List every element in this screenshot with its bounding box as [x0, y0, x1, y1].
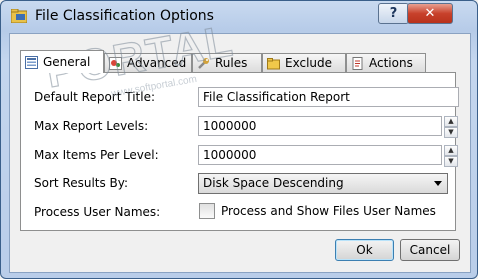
max-report-levels-label: Max Report Levels: — [34, 119, 149, 133]
settings-icon — [109, 56, 122, 70]
document-icon — [352, 56, 363, 70]
tab-advanced-label: Advanced — [127, 56, 187, 70]
chevron-down-icon — [434, 181, 442, 186]
wrench-icon — [198, 57, 209, 69]
list-icon — [25, 55, 38, 69]
max-report-levels-input[interactable]: 1000000 — [198, 116, 442, 136]
general-tab-panel: Default Report Title: File Classificatio… — [20, 72, 459, 231]
dialog-window: File Classification Options ? ✕ General — [0, 0, 478, 279]
tab-general-label: General — [43, 55, 91, 69]
spin-down-icon[interactable]: ▼ — [444, 156, 458, 167]
tab-actions[interactable]: Actions — [346, 53, 426, 72]
max-items-per-level-spinner[interactable]: ▲ ▼ — [444, 145, 458, 167]
tab-general[interactable]: General — [20, 50, 104, 73]
spin-down-icon[interactable]: ▼ — [444, 127, 458, 138]
ok-button[interactable]: Ok — [335, 239, 394, 261]
spin-up-icon[interactable]: ▲ — [444, 145, 458, 156]
spin-up-icon[interactable]: ▲ — [444, 116, 458, 127]
cancel-button[interactable]: Cancel — [400, 239, 460, 261]
sort-results-by-label: Sort Results By: — [34, 176, 129, 190]
default-report-title-label: Default Report Title: — [34, 90, 156, 104]
sort-results-by-value: Disk Space Descending — [203, 176, 344, 190]
tab-exclude[interactable]: Exclude — [262, 53, 346, 72]
window-title: File Classification Options — [35, 8, 214, 24]
process-user-names-checkbox[interactable] — [199, 203, 215, 219]
app-icon — [11, 9, 27, 23]
folder-icon — [267, 57, 280, 69]
process-user-names-checkbox-label[interactable]: Process and Show Files User Names — [221, 204, 436, 218]
tab-rules-label: Rules — [215, 56, 248, 70]
max-report-levels-spinner[interactable]: ▲ ▼ — [444, 116, 458, 138]
default-report-title-input[interactable]: File Classification Report — [198, 87, 459, 107]
dialog-client-area: General Advanced Rules Exclude Actions D… — [9, 33, 471, 273]
help-button[interactable]: ? — [378, 3, 409, 24]
title-bar[interactable]: File Classification Options ? ✕ — [1, 1, 477, 31]
max-items-per-level-input[interactable]: 1000000 — [198, 145, 442, 165]
tab-advanced[interactable]: Advanced — [104, 53, 192, 72]
close-button[interactable]: ✕ — [407, 3, 453, 24]
max-items-per-level-label: Max Items Per Level: — [34, 148, 159, 162]
tab-rules[interactable]: Rules — [192, 53, 262, 72]
tab-exclude-label: Exclude — [285, 56, 333, 70]
process-user-names-label: Process User Names: — [34, 205, 161, 219]
sort-results-by-select[interactable]: Disk Space Descending — [198, 173, 448, 194]
tab-actions-label: Actions — [369, 56, 413, 70]
